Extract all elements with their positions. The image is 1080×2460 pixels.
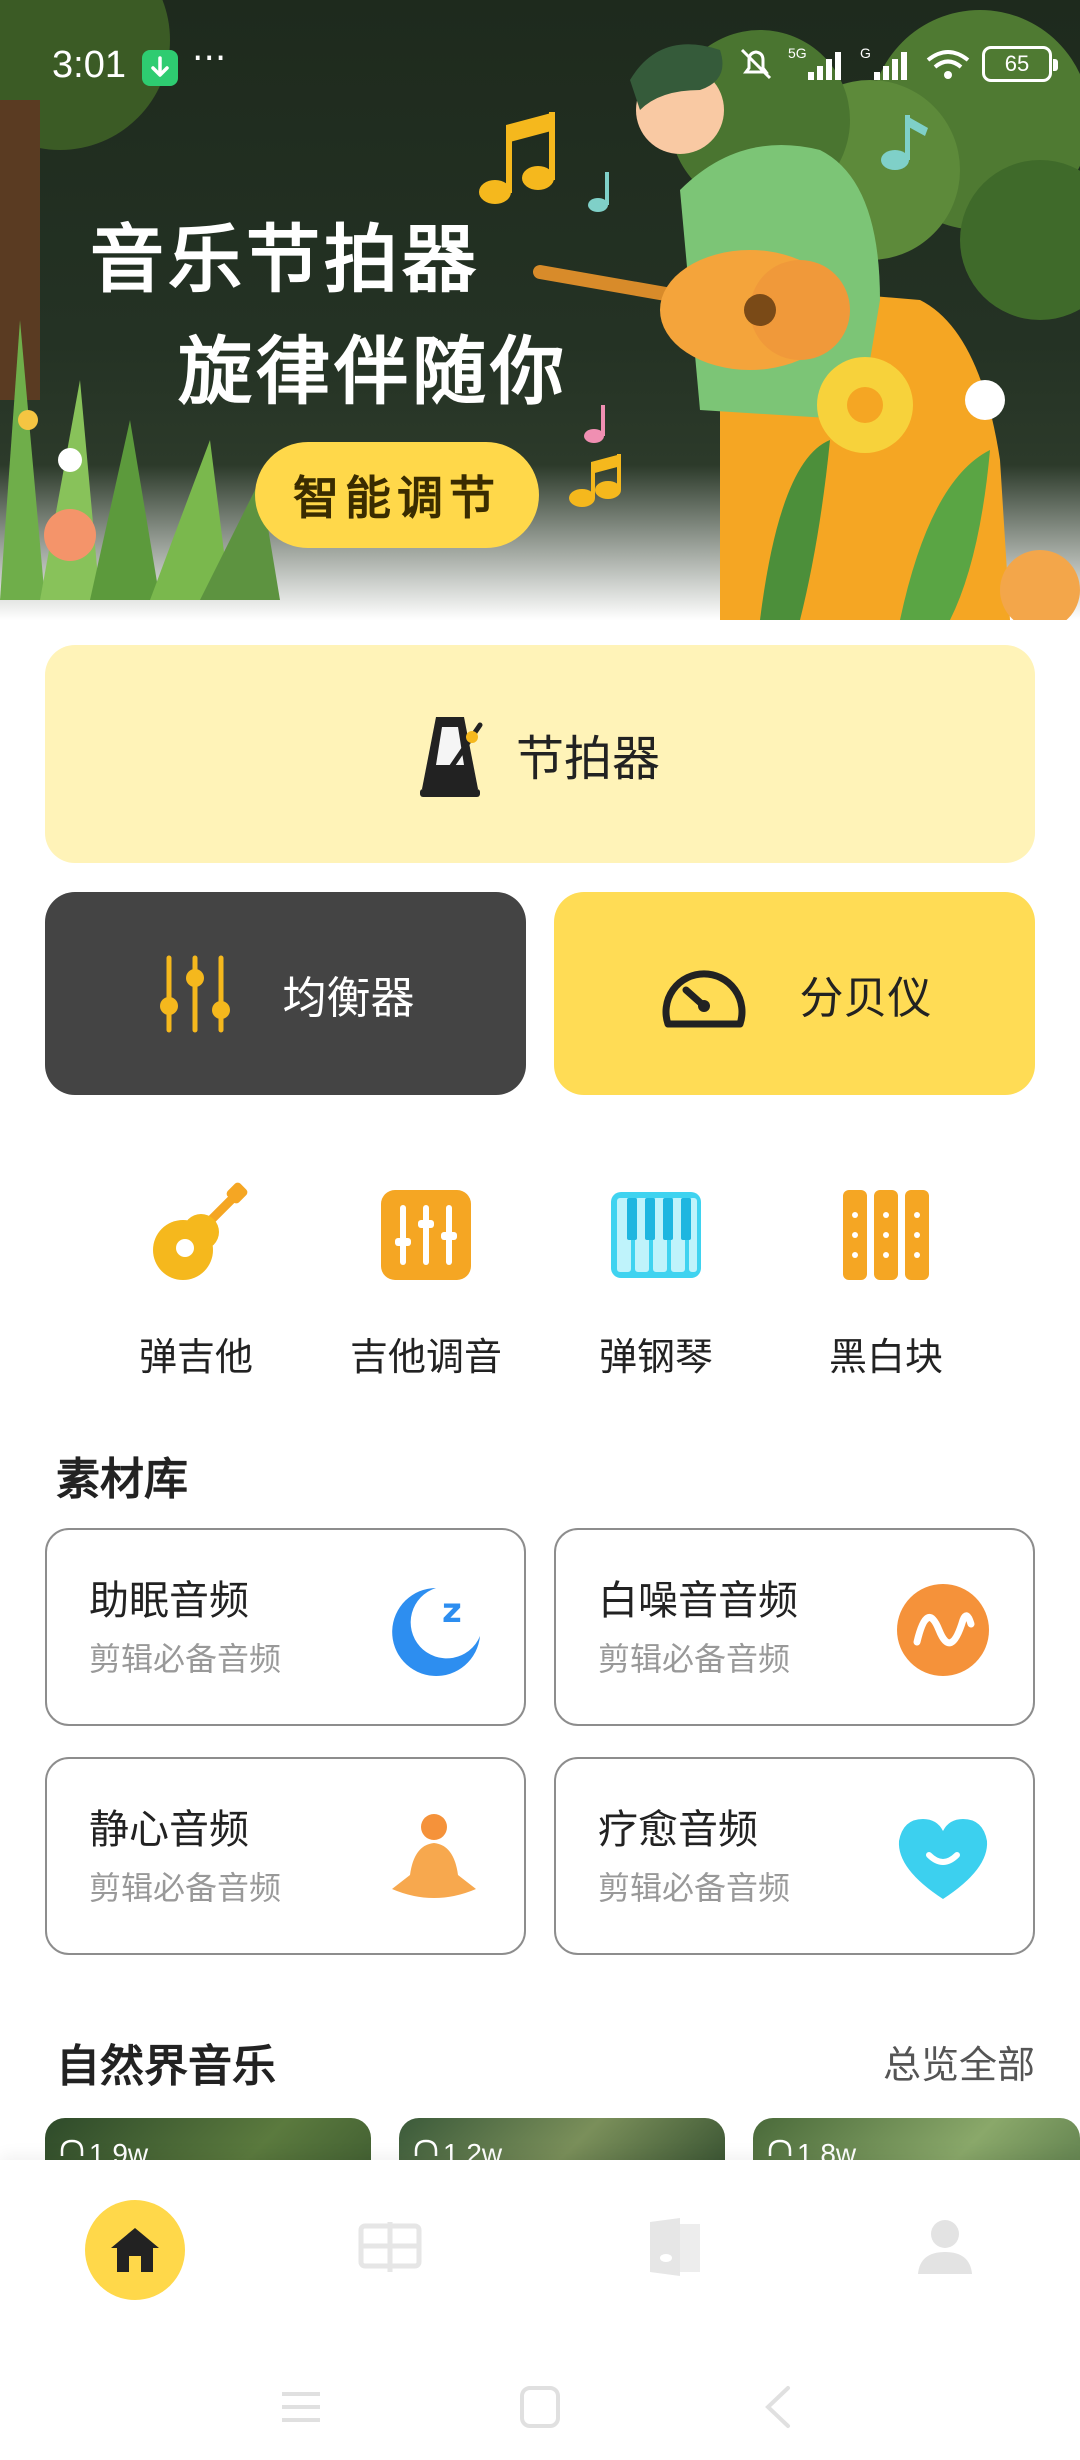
svg-text:z: z (442, 1591, 462, 1631)
tool-guitar-tuner[interactable]: 吉他调音 (336, 1180, 516, 1381)
hero-title-line2: 旋律伴随你 (178, 329, 568, 415)
status-icons: 5G G 65 (736, 44, 1058, 84)
piano-icon (611, 1192, 701, 1278)
library-card-subtitle: 剪辑必备音频 (89, 1869, 282, 1907)
home-icon (111, 2228, 159, 2272)
music-book-icon (650, 2218, 700, 2276)
tool-tiles-game-label: 黑白块 (828, 1335, 943, 1379)
recent-apps-icon[interactable] (278, 2382, 324, 2432)
wifi-icon (926, 50, 970, 79)
see-all-link[interactable]: 总览全部 (883, 2034, 1035, 2089)
library-card-title: 白噪音音频 (598, 1578, 798, 1624)
status-time: 3:01 (52, 44, 126, 86)
tuner-icon (381, 1190, 471, 1280)
decibel-meter-card[interactable]: 分贝仪 (554, 892, 1035, 1095)
library-card-healing[interactable]: 疗愈音频 剪辑必备音频 (554, 1757, 1035, 1955)
tool-tiles-game[interactable]: 黑白块 (796, 1180, 976, 1381)
moon-sleep-icon: z (392, 1588, 480, 1676)
guitar-icon (153, 1182, 248, 1280)
more-notifications-icon: ··· (192, 38, 227, 79)
tool-piano-label: 弹钢琴 (598, 1335, 713, 1379)
status-bar: 3:01 ··· 5G G 65 (0, 0, 1080, 130)
hero-title-line1: 音乐节拍器 (90, 217, 480, 303)
tool-guitar[interactable]: 弹吉他 (106, 1180, 286, 1381)
library-card-white-noise[interactable]: 白噪音音频 剪辑必备音频 (554, 1528, 1035, 1726)
equalizer-sliders-icon (159, 955, 230, 1032)
home-system-icon[interactable] (518, 2382, 562, 2432)
metronome-label: 节拍器 (515, 731, 660, 787)
nav-home[interactable] (85, 2200, 185, 2300)
nav-profile[interactable] (910, 2212, 1010, 2312)
decibel-label: 分贝仪 (799, 972, 932, 1024)
library-section-title: 素材库 (56, 1454, 188, 1505)
back-icon[interactable] (760, 2382, 796, 2432)
meditation-icon (392, 1814, 476, 1898)
tool-guitar-label: 弹吉他 (138, 1335, 253, 1379)
nav-library[interactable] (355, 2212, 455, 2312)
nav-music-book[interactable] (640, 2212, 740, 2312)
network-5g-label: 5G (788, 45, 807, 61)
tool-piano[interactable]: 弹钢琴 (566, 1180, 746, 1381)
library-card-title: 助眠音频 (89, 1578, 249, 1624)
battery-indicator: 65 (982, 46, 1058, 82)
wave-icon (897, 1584, 989, 1676)
hero-banner[interactable]: 3:01 ··· 5G G 65 音乐节拍器 旋律伴随你 智能调节 (0, 0, 1080, 620)
smart-adjust-button[interactable]: 智能调节 (255, 442, 539, 548)
heart-smile-icon (898, 1819, 988, 1899)
library-icon (358, 2222, 422, 2272)
library-card-subtitle: 剪辑必备音频 (89, 1640, 282, 1678)
metronome-card[interactable]: 节拍器 (45, 645, 1035, 863)
library-card-title: 静心音频 (89, 1807, 249, 1853)
network-g-label: G (860, 45, 871, 61)
tiles-icon (843, 1190, 929, 1280)
library-card-subtitle: 剪辑必备音频 (598, 1640, 791, 1678)
equalizer-card[interactable]: 均衡器 (45, 892, 526, 1095)
profile-icon (918, 2220, 972, 2274)
library-card-title: 疗愈音频 (598, 1807, 758, 1853)
gauge-icon (662, 969, 745, 1027)
metronome-icon (419, 717, 483, 797)
equalizer-label: 均衡器 (282, 972, 415, 1024)
bottom-navigation (0, 2160, 1080, 2460)
library-card-subtitle: 剪辑必备音频 (598, 1869, 791, 1907)
download-icon (142, 50, 178, 86)
mute-bell-icon (740, 48, 772, 80)
signal-5g-icon: 5G (788, 45, 841, 80)
signal-g-icon: G (860, 45, 907, 80)
tool-guitar-tuner-label: 吉他调音 (349, 1335, 502, 1379)
library-card-sleep[interactable]: 助眠音频 剪辑必备音频 z (45, 1528, 526, 1726)
library-card-calm[interactable]: 静心音频 剪辑必备音频 (45, 1757, 526, 1955)
nature-section-title: 自然界音乐 (56, 2041, 276, 2092)
